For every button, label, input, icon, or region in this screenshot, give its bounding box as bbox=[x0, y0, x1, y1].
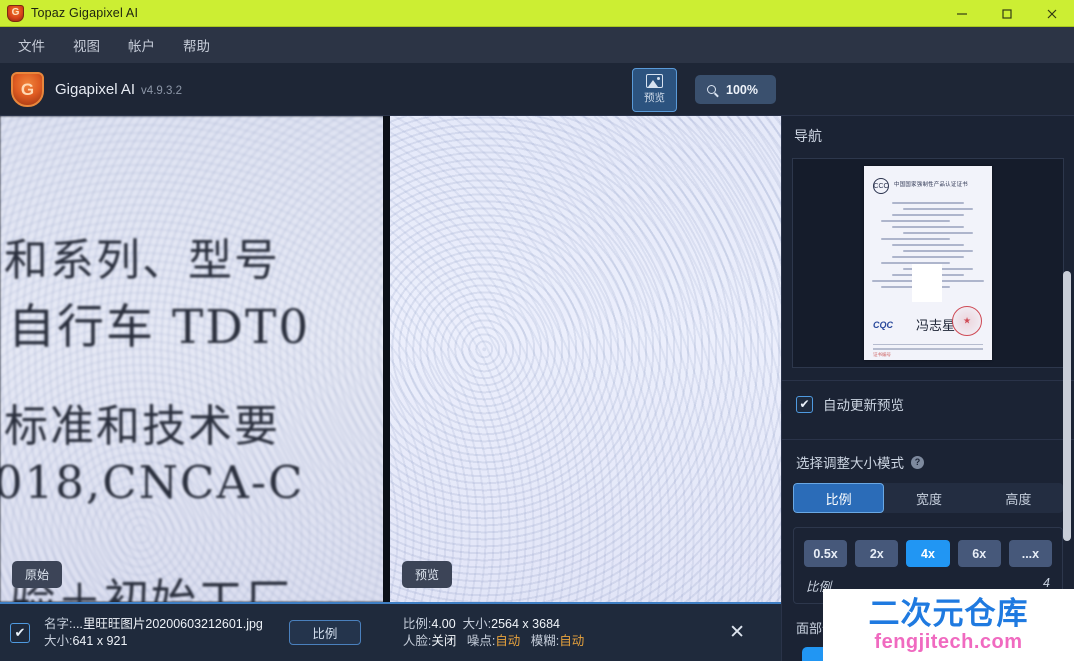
toolbar: 预览 100% bbox=[632, 63, 776, 116]
preview-image: 和系列、型号 自行车 TDT0 标准和技术要 018,CNCA-C 验＋初始工厂… bbox=[390, 116, 781, 602]
scale-button-6x[interactable]: 6x bbox=[957, 540, 1001, 567]
file-info: 名字:...里旺旺图片20200603212601.jpg 大小:641 x 9… bbox=[44, 616, 263, 650]
scale-button-4x[interactable]: 4x bbox=[906, 540, 950, 567]
magnifier-icon bbox=[707, 85, 716, 94]
scan-text-line: 和系列、型号 bbox=[4, 235, 280, 286]
zoom-level-button[interactable]: 100% bbox=[695, 75, 776, 104]
watermark-url: fengjitech.com bbox=[874, 631, 1023, 653]
resize-mode-label: 选择调整大小模式 ? bbox=[782, 440, 1074, 472]
file-name-line: 名字:...里旺旺图片20200603212601.jpg bbox=[44, 616, 263, 633]
file-name-label: 名字: bbox=[44, 616, 73, 631]
image-preview-icon bbox=[646, 74, 663, 88]
menu-item-account[interactable]: 帐户 bbox=[118, 31, 165, 59]
window-controls bbox=[939, 0, 1074, 27]
remove-file-button[interactable]: ✕ bbox=[729, 623, 745, 642]
gigapixel-logo-icon: G bbox=[11, 71, 44, 107]
tab-width[interactable]: 宽度 bbox=[884, 483, 974, 513]
file-size-label: 大小: bbox=[44, 633, 73, 648]
auto-update-label: 自动更新预览 bbox=[823, 398, 904, 413]
scan-text-line: 自行车 TDT0 bbox=[390, 288, 781, 357]
thumbnail-highlight-area bbox=[912, 264, 942, 302]
watermark-overlay: 二次元仓库 fengjitech.com bbox=[823, 589, 1074, 661]
scale-button-2x[interactable]: 2x bbox=[855, 540, 899, 567]
auto-update-preview-row[interactable]: ✔ 自动更新预览 bbox=[782, 381, 1074, 427]
logo-letter: G bbox=[20, 79, 35, 99]
signature: 冯志星 bbox=[916, 319, 956, 334]
image-compare-stage[interactable]: 和系列、型号 自行车 TDT0 标准和技术要 018,CNCA-C 验＋初始工厂… bbox=[0, 116, 781, 602]
scan-text-line: 和系列、型号 bbox=[390, 224, 781, 288]
scale-button-custom[interactable]: ...x bbox=[1008, 540, 1053, 567]
preview-button[interactable]: 预览 bbox=[632, 67, 677, 112]
blur-value: 自动 bbox=[559, 633, 585, 648]
app-version: v4.9.3.2 bbox=[141, 85, 182, 97]
menu-item-help[interactable]: 帮助 bbox=[173, 31, 220, 59]
menu-item-file[interactable]: 文件 bbox=[8, 31, 55, 59]
ccc-seal-icon: CCC bbox=[873, 178, 889, 194]
settings-sidebar: 导航 CCC 中国国家强制性产品认证证书 CQC 冯志星 ★ 证书编号 ✔ 自动… bbox=[781, 116, 1074, 661]
menu-item-view[interactable]: 视图 bbox=[63, 31, 110, 59]
output-size-value: 2564 x 3684 bbox=[491, 616, 560, 631]
tab-height[interactable]: 高度 bbox=[973, 483, 1063, 513]
sidebar-scrollbar[interactable] bbox=[1063, 271, 1071, 541]
scan-text-line: 018,CNCA-C bbox=[0, 456, 305, 509]
original-image: 和系列、型号 自行车 TDT0 标准和技术要 018,CNCA-C 验＋初始工厂… bbox=[0, 116, 383, 602]
minimize-icon[interactable] bbox=[939, 0, 984, 27]
file-name-value: ...里旺旺图片20200603212601.jpg bbox=[72, 616, 263, 631]
document-thumbnail[interactable]: CCC 中国国家强制性产品认证证书 CQC 冯志星 证书编号 bbox=[864, 166, 992, 360]
navigator-panel[interactable]: CCC 中国国家强制性产品认证证书 CQC 冯志星 证书编号 bbox=[792, 158, 1064, 368]
scale-button-0.5x[interactable]: 0.5x bbox=[804, 540, 848, 567]
scan-text-line: 018,CNCA-C bbox=[390, 456, 775, 509]
scan-text-line: 标准和技术要 bbox=[390, 390, 781, 454]
face-value: 关闭 bbox=[431, 633, 457, 648]
watermark-title: 二次元仓库 bbox=[868, 596, 1029, 631]
auto-update-checkbox[interactable]: ✔ bbox=[796, 395, 813, 413]
file-size-line: 大小:641 x 921 bbox=[44, 633, 263, 650]
zoom-level-label: 100% bbox=[726, 82, 758, 97]
output-size-line: 比例:4.00 大小:2564 x 3684 bbox=[403, 616, 584, 633]
scan-text-line: 自行车 TDT0 bbox=[8, 300, 311, 355]
help-icon[interactable]: ? bbox=[911, 455, 924, 469]
app-window: G Topaz Gigapixel AI 文件 视图 帐户 帮助 G Gigap… bbox=[0, 0, 1074, 661]
thumbnail-red-note: 证书编号 bbox=[873, 352, 891, 357]
original-pane-badge: 原始 bbox=[12, 561, 63, 588]
app-name: Gigapixel AI bbox=[55, 80, 136, 98]
navigator-title: 导航 bbox=[794, 128, 822, 144]
cqc-logo-icon: CQC bbox=[873, 320, 893, 330]
file-status-bar: ✔ 名字:...里旺旺图片20200603212601.jpg 大小:641 x… bbox=[0, 602, 781, 661]
red-stamp-icon bbox=[952, 306, 982, 336]
blur-label: 模糊: bbox=[530, 633, 560, 648]
preview-pane-badge: 预览 bbox=[402, 561, 453, 588]
output-settings: 比例:4.00 大小:2564 x 3684 人脸:关闭 噪点:自动 模糊:自动 bbox=[403, 616, 584, 650]
file-select-checkbox[interactable]: ✔ bbox=[10, 622, 30, 643]
output-options-line: 人脸:关闭 噪点:自动 模糊:自动 bbox=[403, 633, 584, 650]
preview-image-pane[interactable]: 和系列、型号 自行车 TDT0 标准和技术要 018,CNCA-C 验＋初始工厂… bbox=[390, 116, 781, 602]
title-bar: G Topaz Gigapixel AI bbox=[0, 0, 1074, 27]
ratio-button[interactable]: 比例 bbox=[288, 620, 361, 645]
app-header: G Gigapixel AI v4.9.3.2 预览 100% bbox=[0, 63, 1074, 116]
resize-mode-text: 选择调整大小模式 bbox=[796, 456, 904, 471]
output-size-label: 大小: bbox=[462, 616, 492, 631]
noise-value: 自动 bbox=[495, 633, 521, 648]
scan-text-line: 标准和技术要 bbox=[4, 401, 280, 452]
close-icon[interactable] bbox=[1029, 0, 1074, 27]
preview-button-label: 预览 bbox=[644, 92, 665, 104]
thumbnail-footer bbox=[873, 343, 983, 352]
file-size-value: 641 x 921 bbox=[72, 633, 128, 648]
scan-text-line: 验＋初始工厂 bbox=[10, 574, 293, 602]
pane-divider[interactable] bbox=[383, 116, 390, 602]
tab-ratio[interactable]: 比例 bbox=[793, 483, 885, 513]
noise-label: 噪点: bbox=[466, 633, 496, 648]
original-image-pane[interactable]: 和系列、型号 自行车 TDT0 标准和技术要 018,CNCA-C 验＋初始工厂… bbox=[0, 116, 383, 602]
maximize-icon[interactable] bbox=[984, 0, 1029, 27]
face-label: 人脸: bbox=[402, 633, 432, 648]
menu-bar: 文件 视图 帐户 帮助 bbox=[0, 27, 1074, 63]
resize-mode-tabs: 比例 宽度 高度 bbox=[793, 483, 1063, 513]
scale-buttons: 0.5x 2x 4x 6x ...x bbox=[804, 540, 1053, 567]
thumbnail-doc-title: 中国国家强制性产品认证证书 bbox=[894, 182, 968, 188]
scale-label: 比例: bbox=[402, 616, 432, 631]
scale-value: 4.00 bbox=[431, 616, 456, 631]
topaz-shield-icon: G bbox=[7, 4, 24, 22]
window-title: Topaz Gigapixel AI bbox=[31, 6, 139, 20]
